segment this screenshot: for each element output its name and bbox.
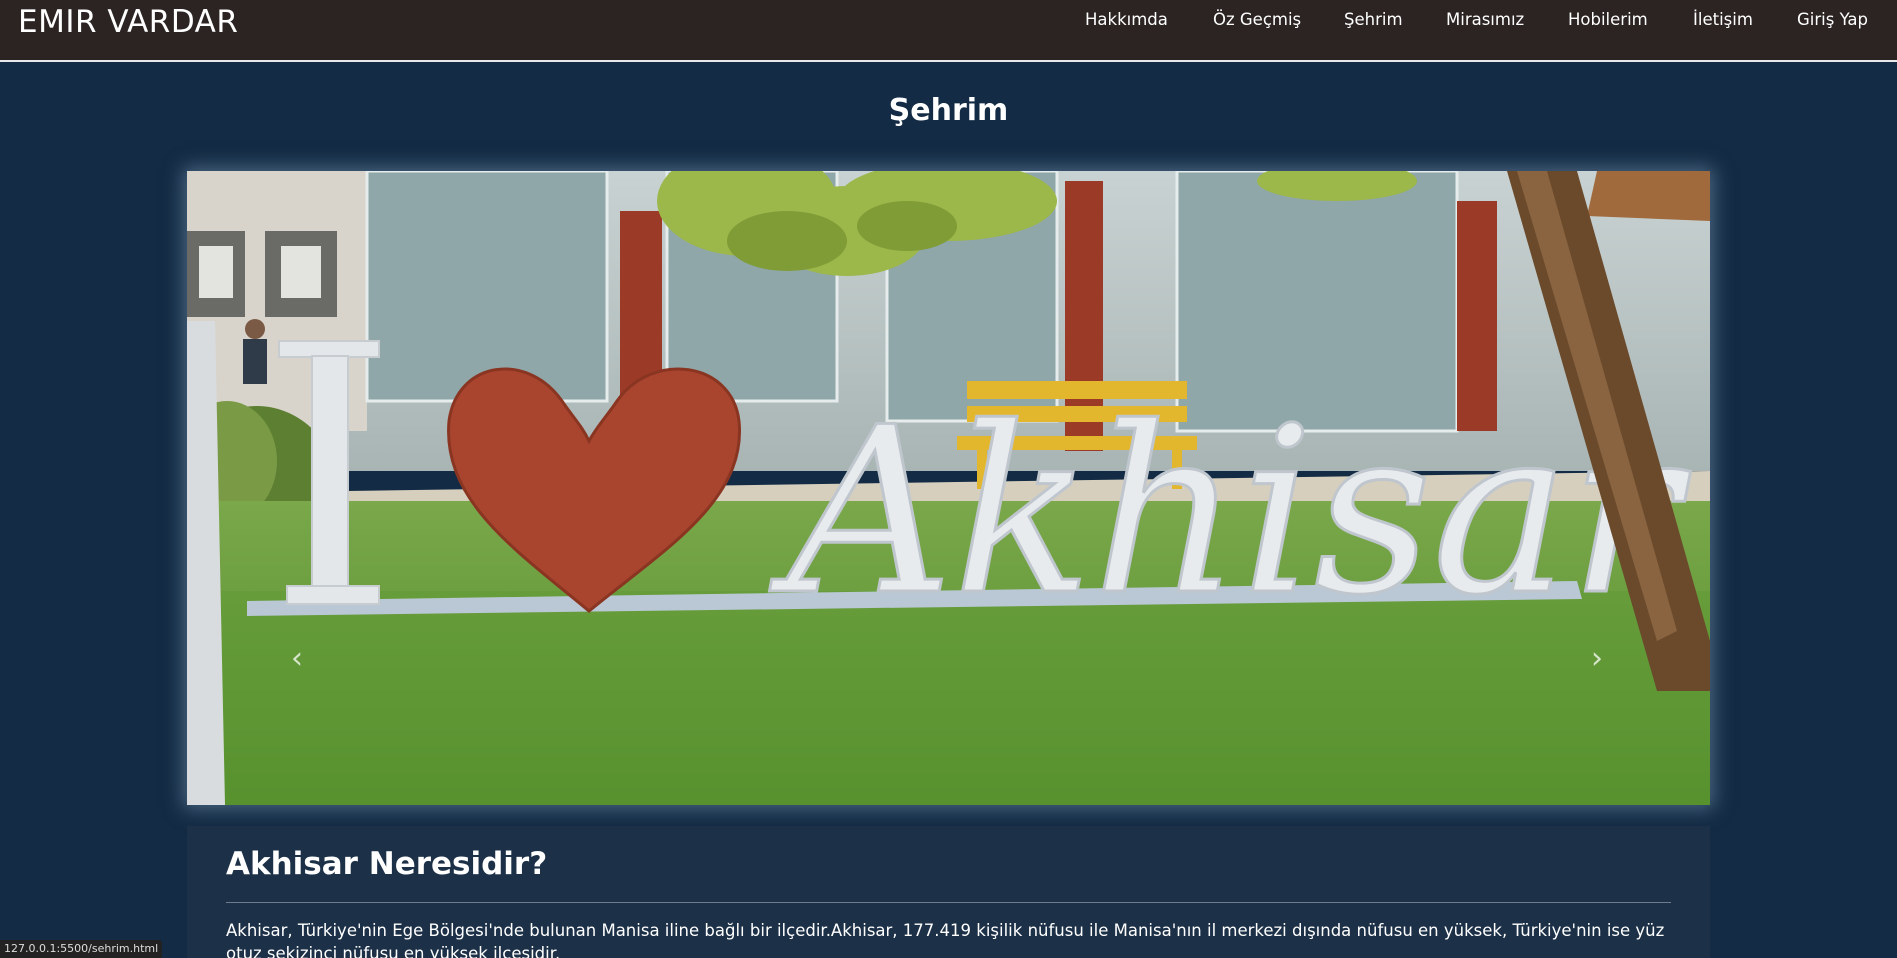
- nav-link-giris-yap[interactable]: Giriş Yap: [1797, 10, 1868, 29]
- sign-word: Akhisar: [769, 379, 1691, 646]
- carousel-image: Akhisar: [187, 171, 1710, 805]
- chevron-left-icon[interactable]: ‹: [291, 641, 303, 676]
- article-text: Akhisar, Türkiye'nin Ege Bölgesi'nde bul…: [226, 921, 1665, 958]
- nav-link-iletisim[interactable]: İletişim: [1693, 10, 1753, 29]
- nav-link-hobilerim[interactable]: Hobilerim: [1568, 10, 1648, 29]
- nav-link-oz-gecmis[interactable]: Öz Geçmiş: [1213, 10, 1301, 29]
- article-title: Akhisar Neresidir?: [226, 846, 548, 882]
- divider: [226, 902, 1671, 903]
- article-card: Akhisar Neresidir? Akhisar, Türkiye'nin …: [187, 826, 1710, 958]
- nav-link-sehrim[interactable]: Şehrim: [1344, 10, 1403, 29]
- page-title: Şehrim: [888, 93, 1009, 128]
- nav-link-mirasimiz[interactable]: Mirasımız: [1446, 10, 1524, 29]
- status-bar-url: 127.0.0.1:5500/sehrim.html: [0, 940, 163, 958]
- navbar: EMIR VARDAR Hakkımda Öz Geçmiş Şehrim Mi…: [0, 0, 1897, 62]
- nav-link-hakkimda[interactable]: Hakkımda: [1085, 10, 1168, 29]
- image-carousel[interactable]: Akhisar ‹ ›: [187, 171, 1710, 805]
- nav-links: Hakkımda Öz Geçmiş Şehrim Mirasımız Hobi…: [0, 10, 1897, 40]
- chevron-right-icon[interactable]: ›: [1591, 641, 1603, 676]
